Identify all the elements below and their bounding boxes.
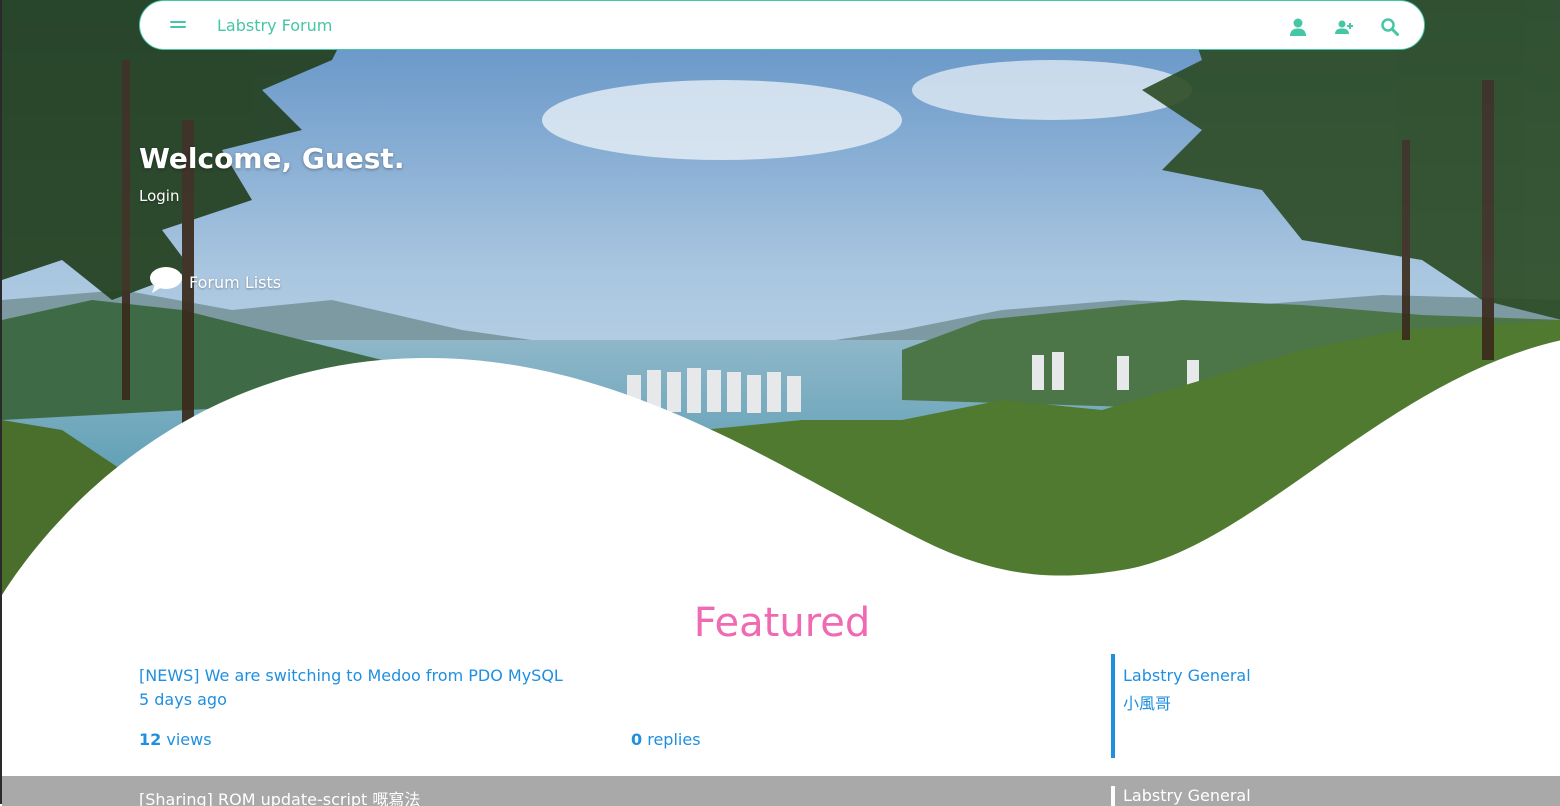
featured-topic-row-2: [Sharing] ROM update-script 嘅寫法 Labstry … [2, 776, 1560, 806]
topic-category-link-2[interactable]: Labstry General [1123, 786, 1251, 805]
views-count: 12 [139, 730, 162, 749]
topic-views: 12 views [139, 730, 212, 749]
hero-landscape-image [2, 0, 1560, 600]
chat-bubble-icon [149, 266, 183, 298]
search-icon[interactable] [1380, 17, 1400, 37]
topic-category-link[interactable]: Labstry General [1123, 666, 1251, 685]
featured-heading: Featured [693, 600, 871, 646]
topic-timestamp: 5 days ago [139, 690, 227, 709]
login-link[interactable]: Login [139, 187, 179, 205]
top-navbar: Labstry Forum [139, 0, 1425, 50]
topic-meta-panel: Labstry General 小風哥 [1111, 654, 1415, 758]
brand-title[interactable]: Labstry Forum [217, 16, 332, 35]
replies-count: 0 [631, 730, 643, 749]
forum-lists-label: Forum Lists [189, 272, 282, 292]
topic-title-link-2[interactable]: [Sharing] ROM update-script 嘅寫法 [139, 786, 420, 806]
topic-title-link[interactable]: [NEWS] We are switching to Medoo from PD… [139, 666, 563, 685]
menu-icon[interactable] [170, 18, 186, 32]
topic-author-link[interactable]: 小風哥 [1123, 690, 1171, 714]
forum-lists-link[interactable]: Forum Lists [149, 266, 281, 298]
welcome-heading: Welcome, Guest. [139, 142, 405, 175]
topic-replies: 0 replies [631, 730, 701, 749]
topic-meta-panel-2: Labstry General [1111, 786, 1251, 806]
hero-banner [2, 0, 1560, 600]
replies-label: replies [647, 730, 701, 749]
user-icon[interactable] [1288, 17, 1308, 37]
add-user-icon[interactable] [1334, 17, 1354, 37]
views-label: views [166, 730, 212, 749]
